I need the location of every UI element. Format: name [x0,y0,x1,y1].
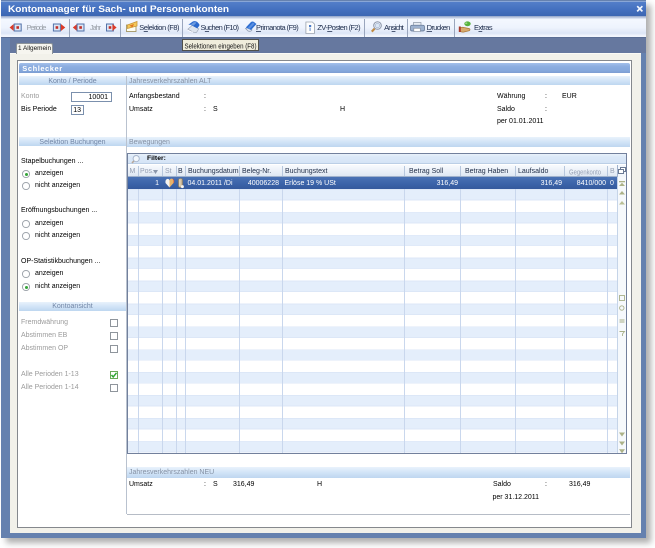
svg-text:ZV-Posten (F2): ZV-Posten (F2) [317,23,361,32]
svg-text:Kontomanager für Sach- und Per: Kontomanager für Sach- und Personenkonte… [8,4,229,14]
svg-text:Ansicht: Ansicht [384,23,405,32]
svg-text:Jahr: Jahr [90,23,102,32]
svg-text:Primanota (F9): Primanota (F9) [256,23,299,32]
svg-text:Suchen (F10): Suchen (F10) [201,23,240,32]
svg-text:Drucken: Drucken [427,23,451,32]
svg-text:Periode: Periode [26,23,46,32]
svg-text:Selektion (F8): Selektion (F8) [139,23,180,32]
svg-text:Selektionen eingeben (F8): Selektionen eingeben (F8) [184,41,256,50]
svg-text:Extras: Extras [474,23,493,32]
